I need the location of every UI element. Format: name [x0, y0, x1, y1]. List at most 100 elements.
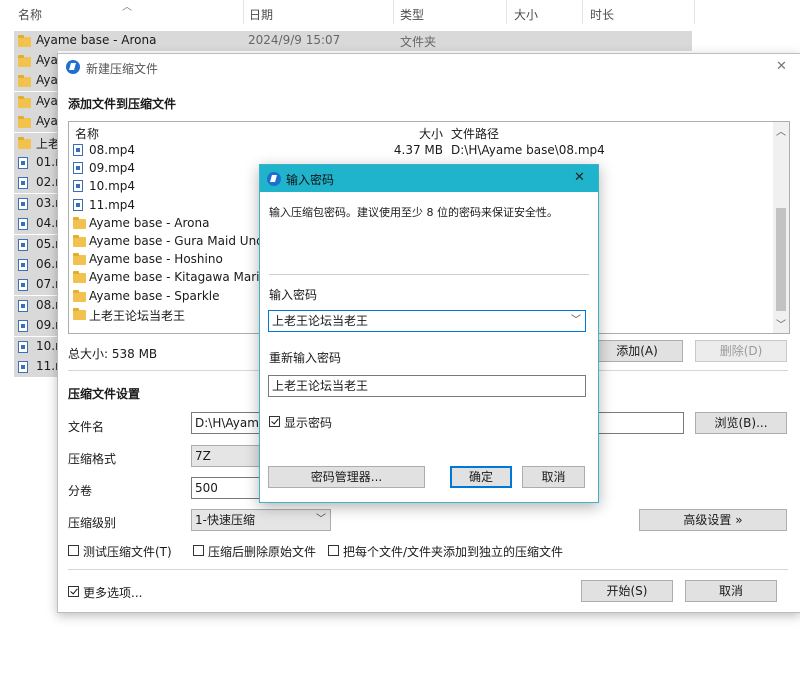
test-archive-checkbox[interactable] [68, 545, 79, 556]
explorer-row-name: 上老 [36, 136, 58, 151]
video-file-icon [18, 259, 28, 271]
explorer-row-name: 03.r [36, 195, 58, 210]
file-name: 10.mp4 [89, 179, 136, 194]
folder-icon [18, 95, 31, 108]
chevron-down-icon: ﹀ [316, 514, 326, 525]
explorer-row-name: Aya [36, 93, 58, 108]
password-cancel-button[interactable]: 取消 [522, 466, 585, 488]
folder-icon [73, 235, 86, 247]
explorer-row[interactable]: 10.r [14, 336, 58, 357]
folder-icon [73, 216, 86, 229]
show-password-label[interactable]: 显示密码 [284, 414, 332, 431]
explorer-row-name: Aya [36, 73, 58, 88]
more-options-label[interactable]: 更多选项... [83, 584, 142, 601]
explorer-row[interactable]: Aya [14, 51, 58, 71]
folder-icon [18, 35, 31, 47]
explorer-row[interactable]: 03.r [14, 193, 58, 214]
explorer-row-name: 05.r [36, 236, 58, 251]
explorer-row-name: Aya [36, 53, 58, 67]
column-name[interactable]: 名称 [18, 6, 42, 23]
section-add-files: 添加文件到压缩文件 [68, 97, 177, 111]
app-icon [267, 172, 281, 186]
explorer-row[interactable]: 05.r [14, 234, 58, 255]
video-file-icon [18, 157, 28, 169]
video-file-icon [73, 198, 83, 211]
video-file-icon [18, 218, 28, 231]
more-options-checkbox[interactable] [68, 586, 79, 597]
chevron-down-icon[interactable]: ﹀ [571, 311, 581, 331]
add-button[interactable]: 添加(A) [591, 340, 683, 362]
close-icon[interactable]: ✕ [776, 59, 787, 74]
scroll-up-icon[interactable]: ︿ [776, 123, 786, 138]
file-path: D:\H\Ayame base\08.mp4 [451, 143, 605, 157]
password-dialog-title: 输入密码 [286, 173, 335, 187]
file-name: 09.mp4 [89, 161, 136, 176]
explorer-row[interactable]: Aya [14, 112, 58, 133]
password-manager-button[interactable]: 密码管理器... [268, 466, 425, 488]
column-duration[interactable]: 时长 [590, 6, 614, 23]
row-type: 文件夹 [400, 35, 437, 49]
explorer-row[interactable]: 11.r [14, 357, 58, 377]
enter-password-input[interactable]: 上老王论坛当老王 ﹀ [268, 310, 586, 332]
separate-archives-label[interactable]: 把每个文件/文件夹添加到独立的压缩文件 [343, 543, 563, 560]
file-name: Ayame base - Kitagawa Marin [89, 270, 268, 285]
format-select[interactable]: 7Z [191, 445, 261, 467]
folder-icon [18, 116, 31, 129]
explorer-row[interactable]: 06.r [14, 255, 58, 275]
show-password-checkbox[interactable] [269, 416, 280, 427]
explorer-row[interactable]: 04.r [14, 214, 58, 235]
section-archive-settings: 压缩文件设置 [68, 387, 141, 401]
format-label: 压缩格式 [68, 452, 117, 466]
cancel-button[interactable]: 取消 [685, 580, 777, 602]
explorer-row[interactable]: 上老 [14, 132, 58, 153]
file-name: Ayame base - Arona [89, 215, 210, 230]
folder-icon [73, 289, 86, 302]
row-date: 2024/9/9 15:07 [248, 33, 341, 47]
scroll-thumb[interactable] [776, 208, 786, 311]
ok-button[interactable]: 确定 [450, 466, 512, 488]
password-dialog: 输入密码 ✕ 输入压缩包密码。建议使用至少 8 位的密码来保证安全性。 输入密码… [259, 164, 599, 503]
explorer-row[interactable]: Aya [14, 71, 58, 92]
remove-button[interactable]: 删除(D) [695, 340, 787, 362]
enter-password-value: 上老王论坛当老王 [272, 314, 369, 328]
explorer-row-name: 02.r [36, 175, 58, 190]
explorer-row[interactable]: 01.r [14, 153, 58, 173]
level-select[interactable]: 1-快速压缩 ﹀ [191, 509, 331, 531]
file-list-row[interactable]: 08.mp4 4.37 MB D:\H\Ayame base\08.mp4 [73, 141, 773, 159]
close-icon[interactable]: ✕ [574, 170, 585, 185]
advanced-settings-button[interactable]: 高级设置 » [639, 509, 787, 531]
explorer-row[interactable]: 02.r [14, 173, 58, 194]
explorer-row[interactable]: Aya [14, 91, 58, 112]
volume-input[interactable]: 500 [191, 477, 261, 499]
file-name: Ayame base - Sparkle [89, 288, 220, 303]
video-file-icon [18, 361, 28, 373]
list-scrollbar[interactable]: ︿ ﹀ [773, 122, 789, 333]
column-type[interactable]: 类型 [400, 6, 424, 23]
explorer-row[interactable]: 07.r [14, 275, 58, 296]
separate-archives-checkbox[interactable] [328, 545, 339, 556]
list-header-name[interactable]: 名称 [75, 125, 99, 142]
delete-originals-label[interactable]: 压缩后删除原始文件 [208, 543, 316, 560]
column-date[interactable]: 日期 [249, 6, 273, 23]
list-header-path[interactable]: 文件路径 [451, 125, 499, 142]
column-size[interactable]: 大小 [514, 6, 538, 23]
volume-label: 分卷 [68, 484, 93, 498]
explorer-row[interactable]: 09.r [14, 316, 58, 337]
explorer-row-name: 07.r [36, 277, 58, 292]
browse-button[interactable]: 浏览(B)... [695, 412, 787, 434]
start-button[interactable]: 开始(S) [581, 580, 673, 602]
list-header-size[interactable]: 大小 [419, 125, 443, 142]
app-icon [66, 60, 80, 74]
test-archive-label[interactable]: 测试压缩文件(T) [83, 543, 172, 560]
explorer-row[interactable]: 08.r [14, 295, 58, 316]
scroll-down-icon[interactable]: ﹀ [776, 316, 786, 331]
delete-originals-checkbox[interactable] [193, 545, 204, 556]
explorer-selected-row[interactable]: Ayame base - Arona 2024/9/9 15:07 文件夹 [14, 31, 692, 51]
video-file-icon [18, 238, 28, 251]
video-file-icon [18, 299, 28, 312]
reenter-password-input[interactable]: 上老王论坛当老王 [268, 375, 586, 397]
file-name: Ayame base - Gura Maid Under [89, 234, 277, 248]
file-name: 上老王论坛当老王 [89, 308, 186, 323]
folder-icon [18, 136, 31, 149]
explorer-row-name: 04.r [36, 216, 58, 231]
